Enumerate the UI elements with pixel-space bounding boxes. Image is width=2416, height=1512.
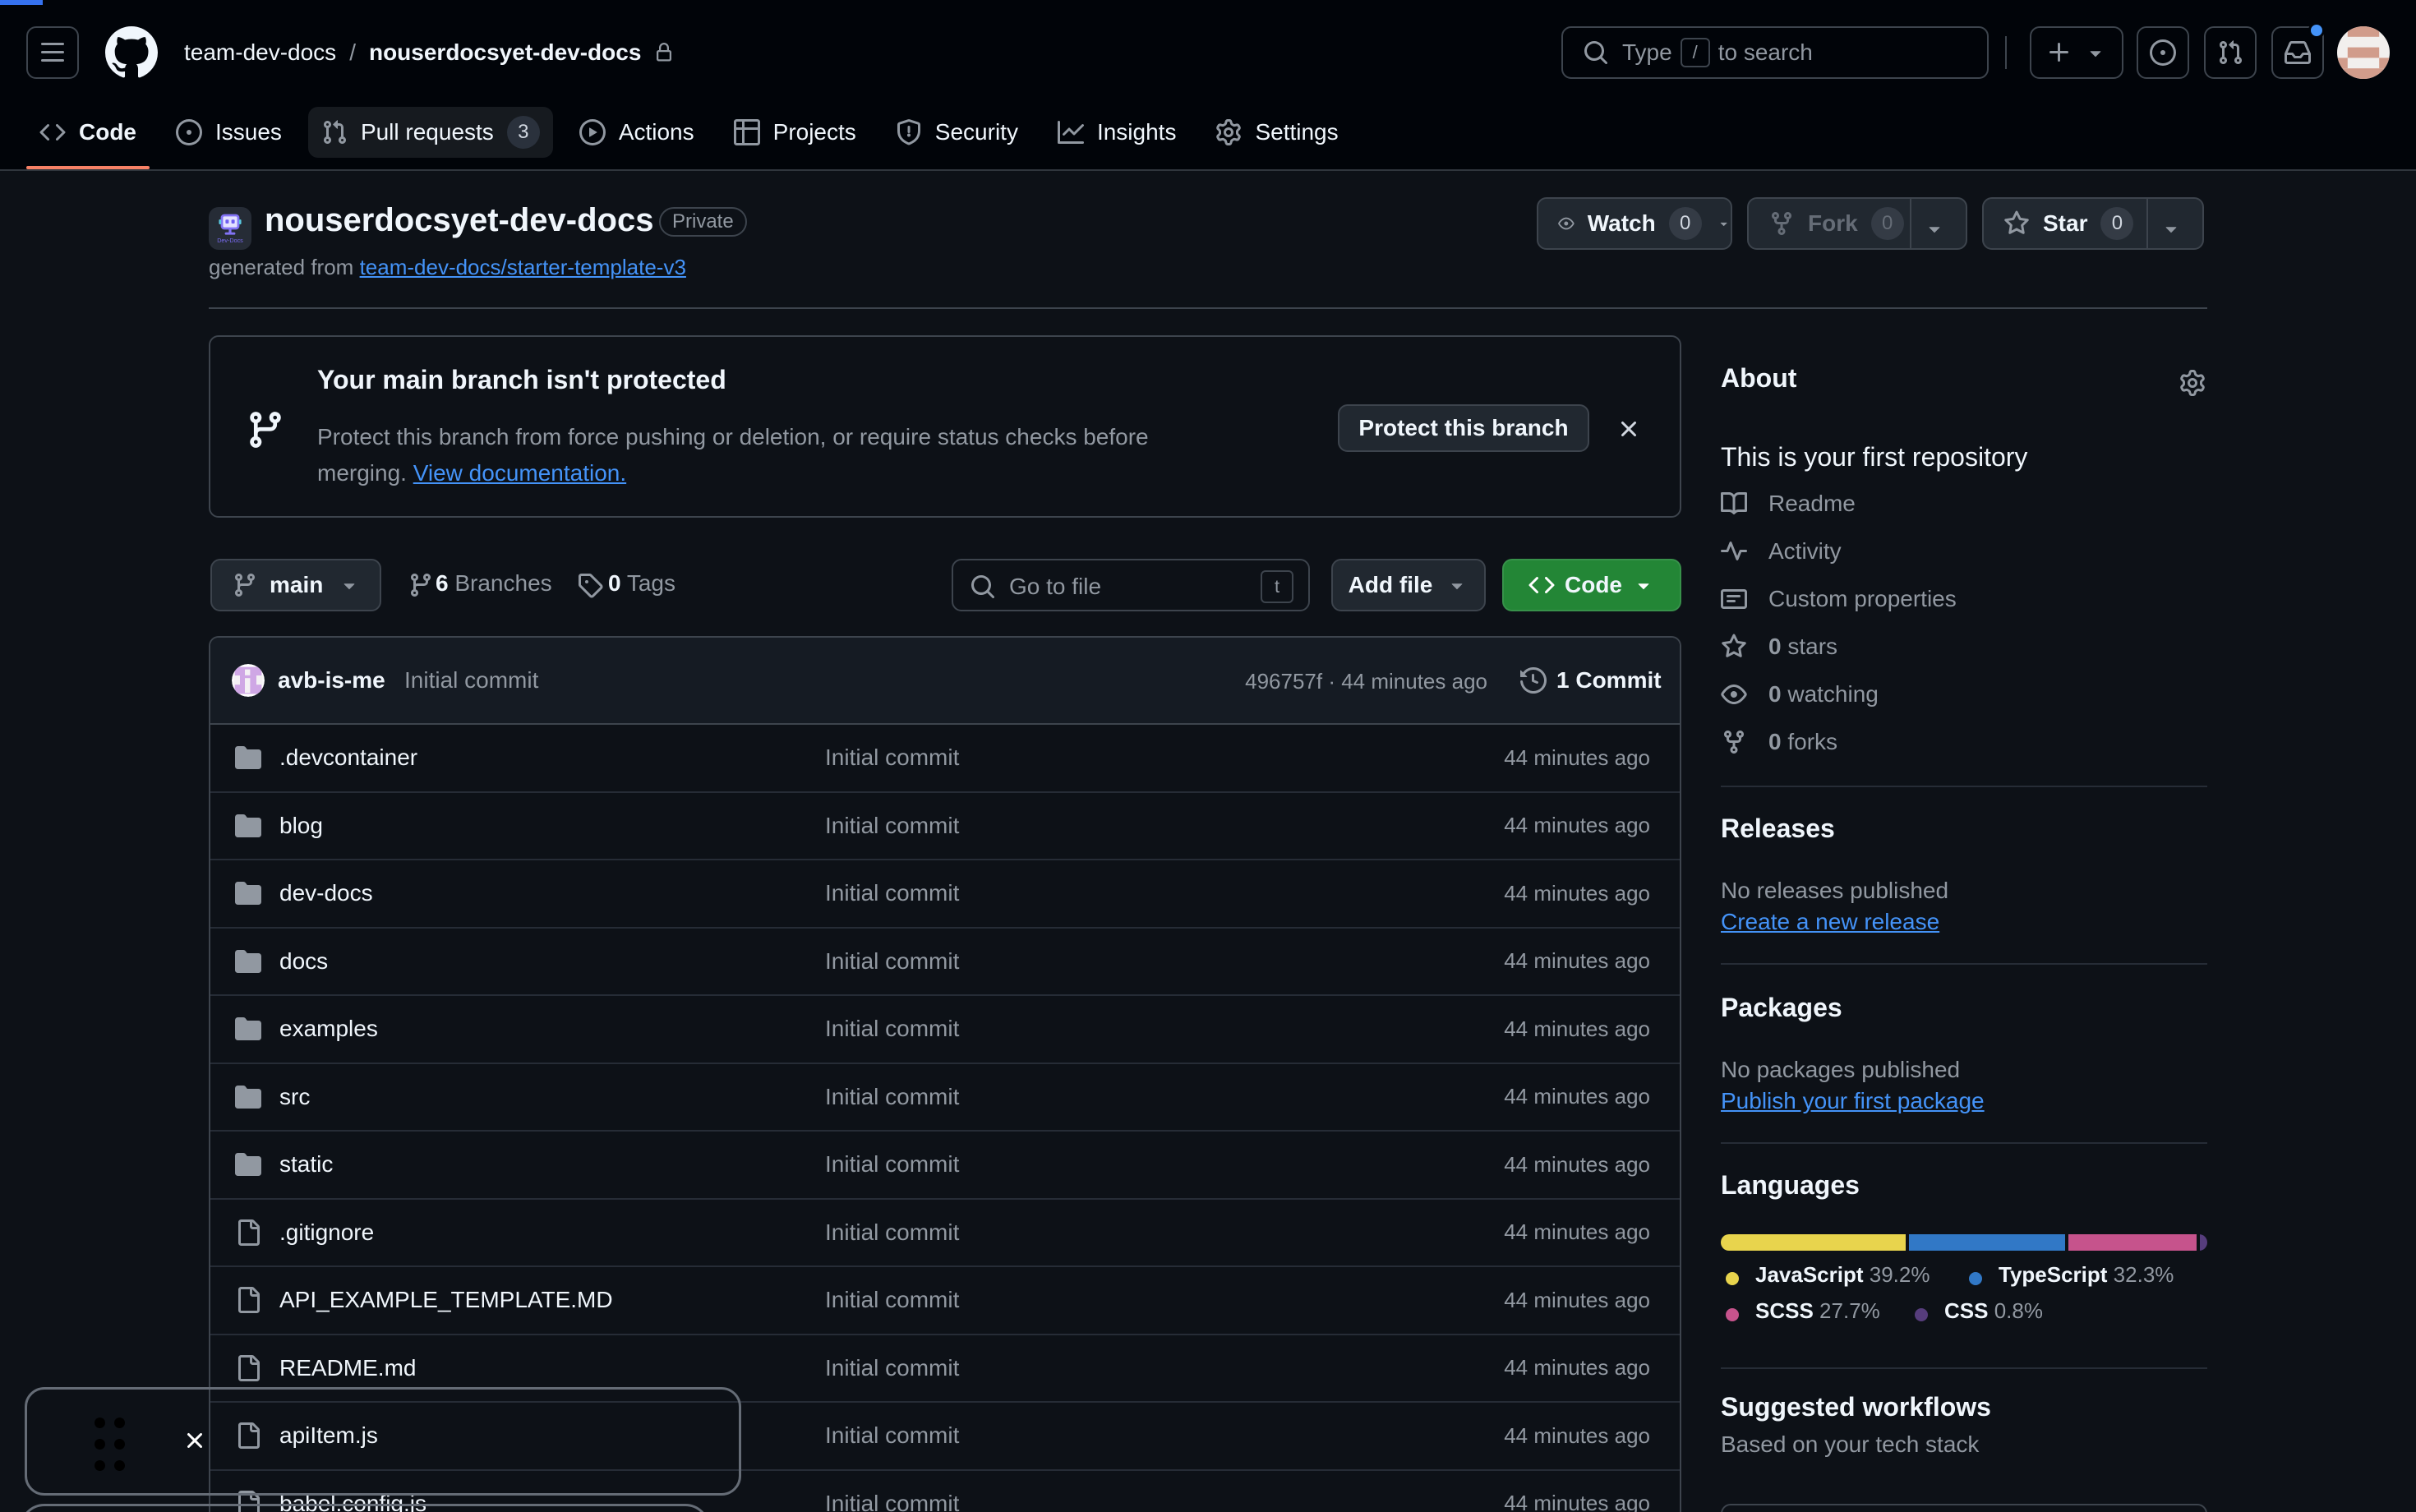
svg-text:Dev-Docs: Dev-Docs bbox=[217, 237, 243, 244]
